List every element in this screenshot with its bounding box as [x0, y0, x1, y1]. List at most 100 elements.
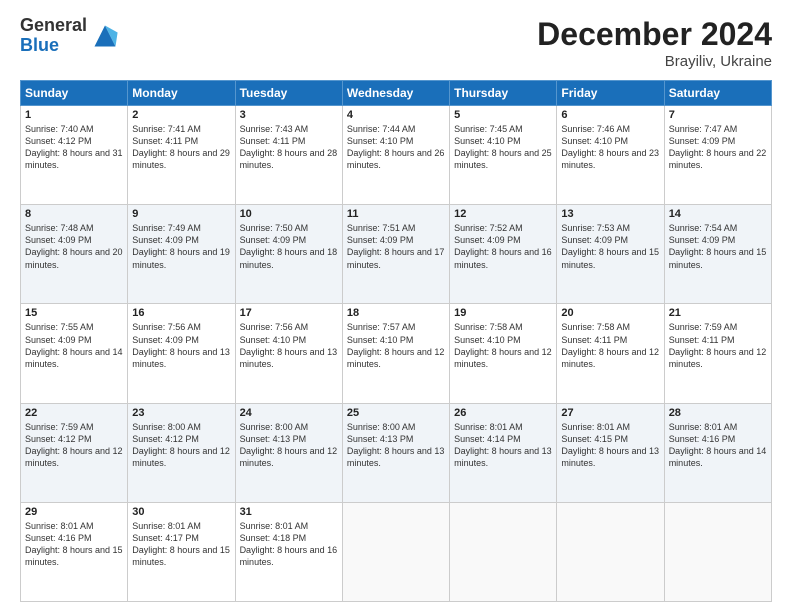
cell-info: Sunrise: 7:52 AMSunset: 4:09 PMDaylight:…	[454, 223, 552, 269]
calendar-cell: 1 Sunrise: 7:40 AMSunset: 4:12 PMDayligh…	[21, 106, 128, 205]
calendar-cell: 10 Sunrise: 7:50 AMSunset: 4:09 PMDaylig…	[235, 205, 342, 304]
logo-general: General	[20, 16, 87, 36]
cell-info: Sunrise: 7:40 AMSunset: 4:12 PMDaylight:…	[25, 124, 123, 170]
calendar-cell: 5 Sunrise: 7:45 AMSunset: 4:10 PMDayligh…	[450, 106, 557, 205]
cell-info: Sunrise: 7:56 AMSunset: 4:10 PMDaylight:…	[240, 322, 338, 368]
cell-info: Sunrise: 7:43 AMSunset: 4:11 PMDaylight:…	[240, 124, 338, 170]
cell-info: Sunrise: 8:01 AMSunset: 4:16 PMDaylight:…	[25, 521, 123, 567]
calendar-header-cell: Thursday	[450, 81, 557, 106]
day-number: 31	[240, 506, 338, 518]
day-number: 2	[132, 109, 230, 121]
calendar-cell: 14 Sunrise: 7:54 AMSunset: 4:09 PMDaylig…	[664, 205, 771, 304]
logo-icon	[91, 22, 119, 50]
title-area: December 2024 Brayiliv, Ukraine	[537, 16, 772, 70]
cell-info: Sunrise: 7:41 AMSunset: 4:11 PMDaylight:…	[132, 124, 230, 170]
day-number: 3	[240, 109, 338, 121]
cell-info: Sunrise: 7:53 AMSunset: 4:09 PMDaylight:…	[561, 223, 659, 269]
header: General Blue December 2024 Brayiliv, Ukr…	[20, 16, 772, 70]
calendar-cell	[557, 502, 664, 601]
day-number: 1	[25, 109, 123, 121]
day-number: 18	[347, 307, 445, 319]
cell-info: Sunrise: 8:01 AMSunset: 4:14 PMDaylight:…	[454, 422, 552, 468]
calendar-cell: 30 Sunrise: 8:01 AMSunset: 4:17 PMDaylig…	[128, 502, 235, 601]
calendar-cell: 18 Sunrise: 7:57 AMSunset: 4:10 PMDaylig…	[342, 304, 449, 403]
subtitle: Brayiliv, Ukraine	[537, 53, 772, 70]
cell-info: Sunrise: 7:57 AMSunset: 4:10 PMDaylight:…	[347, 322, 445, 368]
calendar-week-row: 1 Sunrise: 7:40 AMSunset: 4:12 PMDayligh…	[21, 106, 772, 205]
calendar-cell: 24 Sunrise: 8:00 AMSunset: 4:13 PMDaylig…	[235, 403, 342, 502]
day-number: 4	[347, 109, 445, 121]
page: General Blue December 2024 Brayiliv, Ukr…	[0, 0, 792, 612]
cell-info: Sunrise: 7:51 AMSunset: 4:09 PMDaylight:…	[347, 223, 445, 269]
calendar-header-cell: Monday	[128, 81, 235, 106]
day-number: 7	[669, 109, 767, 121]
day-number: 30	[132, 506, 230, 518]
calendar-cell: 27 Sunrise: 8:01 AMSunset: 4:15 PMDaylig…	[557, 403, 664, 502]
day-number: 9	[132, 208, 230, 220]
cell-info: Sunrise: 8:00 AMSunset: 4:13 PMDaylight:…	[347, 422, 445, 468]
cell-info: Sunrise: 7:59 AMSunset: 4:12 PMDaylight:…	[25, 422, 123, 468]
day-number: 22	[25, 407, 123, 419]
cell-info: Sunrise: 7:56 AMSunset: 4:09 PMDaylight:…	[132, 322, 230, 368]
cell-info: Sunrise: 8:00 AMSunset: 4:13 PMDaylight:…	[240, 422, 338, 468]
cell-info: Sunrise: 7:50 AMSunset: 4:09 PMDaylight:…	[240, 223, 338, 269]
logo: General Blue	[20, 16, 119, 56]
calendar-cell: 19 Sunrise: 7:58 AMSunset: 4:10 PMDaylig…	[450, 304, 557, 403]
calendar-cell: 31 Sunrise: 8:01 AMSunset: 4:18 PMDaylig…	[235, 502, 342, 601]
calendar-cell: 3 Sunrise: 7:43 AMSunset: 4:11 PMDayligh…	[235, 106, 342, 205]
day-number: 14	[669, 208, 767, 220]
calendar-cell: 25 Sunrise: 8:00 AMSunset: 4:13 PMDaylig…	[342, 403, 449, 502]
day-number: 21	[669, 307, 767, 319]
day-number: 11	[347, 208, 445, 220]
day-number: 8	[25, 208, 123, 220]
calendar-cell: 28 Sunrise: 8:01 AMSunset: 4:16 PMDaylig…	[664, 403, 771, 502]
cell-info: Sunrise: 7:58 AMSunset: 4:10 PMDaylight:…	[454, 322, 552, 368]
calendar-cell: 12 Sunrise: 7:52 AMSunset: 4:09 PMDaylig…	[450, 205, 557, 304]
logo-blue: Blue	[20, 36, 87, 56]
day-number: 6	[561, 109, 659, 121]
day-number: 24	[240, 407, 338, 419]
cell-info: Sunrise: 8:01 AMSunset: 4:15 PMDaylight:…	[561, 422, 659, 468]
calendar-cell: 9 Sunrise: 7:49 AMSunset: 4:09 PMDayligh…	[128, 205, 235, 304]
calendar-cell: 23 Sunrise: 8:00 AMSunset: 4:12 PMDaylig…	[128, 403, 235, 502]
calendar-cell	[450, 502, 557, 601]
calendar-cell: 11 Sunrise: 7:51 AMSunset: 4:09 PMDaylig…	[342, 205, 449, 304]
cell-info: Sunrise: 7:45 AMSunset: 4:10 PMDaylight:…	[454, 124, 552, 170]
cell-info: Sunrise: 7:47 AMSunset: 4:09 PMDaylight:…	[669, 124, 767, 170]
calendar-cell: 6 Sunrise: 7:46 AMSunset: 4:10 PMDayligh…	[557, 106, 664, 205]
day-number: 10	[240, 208, 338, 220]
day-number: 27	[561, 407, 659, 419]
calendar-cell: 17 Sunrise: 7:56 AMSunset: 4:10 PMDaylig…	[235, 304, 342, 403]
calendar-cell: 13 Sunrise: 7:53 AMSunset: 4:09 PMDaylig…	[557, 205, 664, 304]
cell-info: Sunrise: 8:01 AMSunset: 4:16 PMDaylight:…	[669, 422, 767, 468]
day-number: 5	[454, 109, 552, 121]
calendar-cell	[664, 502, 771, 601]
calendar-header-cell: Friday	[557, 81, 664, 106]
calendar-week-row: 29 Sunrise: 8:01 AMSunset: 4:16 PMDaylig…	[21, 502, 772, 601]
cell-info: Sunrise: 7:46 AMSunset: 4:10 PMDaylight:…	[561, 124, 659, 170]
calendar-cell: 26 Sunrise: 8:01 AMSunset: 4:14 PMDaylig…	[450, 403, 557, 502]
calendar: SundayMondayTuesdayWednesdayThursdayFrid…	[20, 80, 772, 602]
day-number: 19	[454, 307, 552, 319]
calendar-header-cell: Wednesday	[342, 81, 449, 106]
day-number: 15	[25, 307, 123, 319]
calendar-week-row: 15 Sunrise: 7:55 AMSunset: 4:09 PMDaylig…	[21, 304, 772, 403]
calendar-week-row: 22 Sunrise: 7:59 AMSunset: 4:12 PMDaylig…	[21, 403, 772, 502]
calendar-cell: 16 Sunrise: 7:56 AMSunset: 4:09 PMDaylig…	[128, 304, 235, 403]
calendar-cell: 22 Sunrise: 7:59 AMSunset: 4:12 PMDaylig…	[21, 403, 128, 502]
calendar-cell: 4 Sunrise: 7:44 AMSunset: 4:10 PMDayligh…	[342, 106, 449, 205]
calendar-cell: 21 Sunrise: 7:59 AMSunset: 4:11 PMDaylig…	[664, 304, 771, 403]
cell-info: Sunrise: 7:49 AMSunset: 4:09 PMDaylight:…	[132, 223, 230, 269]
logo-text: General Blue	[20, 16, 87, 56]
calendar-cell: 7 Sunrise: 7:47 AMSunset: 4:09 PMDayligh…	[664, 106, 771, 205]
day-number: 28	[669, 407, 767, 419]
calendar-week-row: 8 Sunrise: 7:48 AMSunset: 4:09 PMDayligh…	[21, 205, 772, 304]
day-number: 13	[561, 208, 659, 220]
calendar-cell	[342, 502, 449, 601]
day-number: 26	[454, 407, 552, 419]
calendar-body: 1 Sunrise: 7:40 AMSunset: 4:12 PMDayligh…	[21, 106, 772, 602]
calendar-cell: 20 Sunrise: 7:58 AMSunset: 4:11 PMDaylig…	[557, 304, 664, 403]
day-number: 29	[25, 506, 123, 518]
calendar-cell: 15 Sunrise: 7:55 AMSunset: 4:09 PMDaylig…	[21, 304, 128, 403]
cell-info: Sunrise: 8:00 AMSunset: 4:12 PMDaylight:…	[132, 422, 230, 468]
